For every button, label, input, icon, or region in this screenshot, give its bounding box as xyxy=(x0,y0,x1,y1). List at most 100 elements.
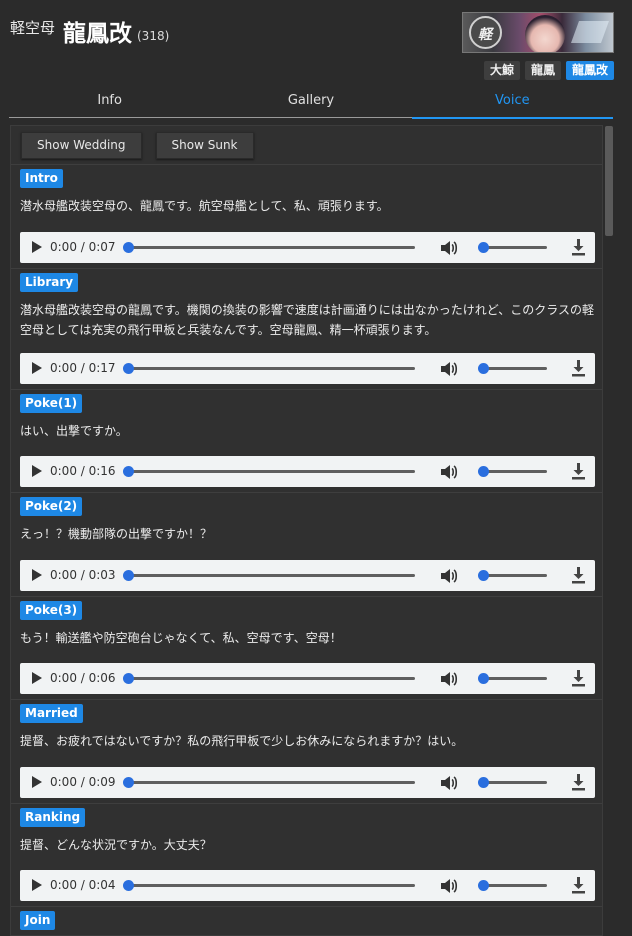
volume-icon[interactable] xyxy=(440,361,458,377)
audio-progress-knob[interactable] xyxy=(123,673,134,684)
ship-class-emblem: 軽 xyxy=(469,16,502,49)
voice-label-badge: Poke(2) xyxy=(20,497,83,516)
scrollbar[interactable] xyxy=(604,126,614,936)
voice-entry: Poke(2) えっ！？機動部隊の出撃ですか！？ 0:00 / 0:03 xyxy=(11,493,602,597)
voice-line-text: 潜水母艦改装空母の龍鳳です。機関の換装の影響で速度は計画通りには出なかったけれど… xyxy=(20,303,594,337)
emblem-text: 軽 xyxy=(478,27,492,43)
voice-entry: Join xyxy=(11,907,602,935)
download-icon[interactable] xyxy=(571,774,586,791)
audio-progress-knob[interactable] xyxy=(123,242,134,253)
audio-progress-track[interactable] xyxy=(129,470,415,473)
voice-line-text: 提督、お疲れではないですか？私の飛行甲板で少しお休みになられますか？はい。 xyxy=(20,734,464,748)
download-icon[interactable] xyxy=(571,877,586,894)
remodel-tag-active[interactable]: 龍鳳改 xyxy=(565,61,614,80)
volume-slider-track[interactable] xyxy=(485,677,547,680)
voice-line-text: 潜水母艦改装空母の、龍鳳です。航空母艦として、私、頑張ります。 xyxy=(20,199,389,213)
audio-player[interactable]: 0:00 / 0:16 xyxy=(20,456,595,487)
download-icon[interactable] xyxy=(571,670,586,687)
voice-list: Intro 潜水母艦改装空母の、龍鳳です。航空母艦として、私、頑張ります。 0:00… xyxy=(11,165,602,935)
audio-progress-knob[interactable] xyxy=(123,777,134,788)
voice-entry: Intro 潜水母艦改装空母の、龍鳳です。航空母艦として、私、頑張ります。 0:00… xyxy=(11,165,602,269)
volume-slider-knob[interactable] xyxy=(478,570,489,581)
audio-progress-knob[interactable] xyxy=(123,363,134,374)
audio-time: 0:00 / 0:03 xyxy=(50,568,116,582)
download-icon[interactable] xyxy=(571,463,586,480)
volume-slider-knob[interactable] xyxy=(478,242,489,253)
audio-progress-knob[interactable] xyxy=(123,466,134,477)
play-icon[interactable] xyxy=(32,776,42,788)
tab-info[interactable]: Info xyxy=(9,88,210,117)
audio-player[interactable]: 0:00 / 0:03 xyxy=(20,560,595,591)
voice-label-badge: Library xyxy=(20,273,79,292)
ship-portrait xyxy=(525,15,565,52)
volume-icon[interactable] xyxy=(440,878,458,894)
tab-bar: Info Gallery Voice xyxy=(9,88,614,119)
play-icon[interactable] xyxy=(32,879,42,891)
banner-decoration xyxy=(570,21,610,43)
audio-progress-track[interactable] xyxy=(129,884,415,887)
audio-player[interactable]: 0:00 / 0:06 xyxy=(20,663,595,694)
volume-slider-track[interactable] xyxy=(485,884,547,887)
audio-time: 0:00 / 0:09 xyxy=(50,775,116,789)
volume-icon[interactable] xyxy=(440,464,458,480)
audio-player[interactable]: 0:00 / 0:07 xyxy=(20,232,595,263)
remodel-tags: 大鯨 龍鳳 龍鳳改 xyxy=(483,61,614,80)
volume-slider-track[interactable] xyxy=(485,367,547,370)
volume-slider-track[interactable] xyxy=(485,781,547,784)
voice-entry: Library 潜水母艦改装空母の龍鳳です。機関の換装の影響で速度は計画通りには出… xyxy=(11,269,602,390)
audio-progress-track[interactable] xyxy=(129,367,415,370)
audio-progress-track[interactable] xyxy=(129,246,415,249)
voice-label-badge: Married xyxy=(20,704,83,723)
audio-time: 0:00 / 0:07 xyxy=(50,240,116,254)
audio-progress-track[interactable] xyxy=(129,781,415,784)
voice-label-badge: Join xyxy=(20,911,56,930)
volume-slider-track[interactable] xyxy=(485,246,547,249)
audio-player[interactable]: 0:00 / 0:09 xyxy=(20,767,595,798)
audio-time: 0:00 / 0:17 xyxy=(50,361,116,375)
volume-slider-knob[interactable] xyxy=(478,363,489,374)
download-icon[interactable] xyxy=(571,567,586,584)
audio-player[interactable]: 0:00 / 0:04 xyxy=(20,870,595,901)
show-wedding-button[interactable]: Show Wedding xyxy=(21,132,142,159)
play-icon[interactable] xyxy=(32,569,42,581)
voice-entry: Married 提督、お疲れではないですか？私の飛行甲板で少しお休みになられますか… xyxy=(11,700,602,804)
audio-progress-knob[interactable] xyxy=(123,880,134,891)
volume-slider-track[interactable] xyxy=(485,574,547,577)
scrollbar-thumb[interactable] xyxy=(605,126,613,236)
show-sunk-button[interactable]: Show Sunk xyxy=(155,132,254,159)
remodel-tag[interactable]: 龍鳳 xyxy=(524,61,561,80)
tab-voice[interactable]: Voice xyxy=(411,88,614,119)
play-icon[interactable] xyxy=(32,465,42,477)
volume-slider-track[interactable] xyxy=(485,470,547,473)
ship-type: 軽空母 xyxy=(10,19,56,37)
download-icon[interactable] xyxy=(571,360,586,377)
audio-progress-track[interactable] xyxy=(129,677,415,680)
audio-time: 0:00 / 0:06 xyxy=(50,671,116,685)
voice-line-text: もう！輸送艦や防空砲台じゃなくて、私、空母です、空母！ xyxy=(20,631,342,645)
audio-player[interactable]: 0:00 / 0:17 xyxy=(20,353,595,384)
volume-slider-knob[interactable] xyxy=(478,880,489,891)
volume-slider-knob[interactable] xyxy=(478,777,489,788)
ship-id: (318) xyxy=(137,29,170,43)
audio-progress-knob[interactable] xyxy=(123,570,134,581)
volume-icon[interactable] xyxy=(440,671,458,687)
voice-panel: Show Wedding Show Sunk Intro 潜水母艦改装空母の、龍鳳… xyxy=(10,125,603,936)
voice-label-badge: Poke(3) xyxy=(20,601,83,620)
tab-gallery[interactable]: Gallery xyxy=(210,88,411,117)
voice-label-badge: Intro xyxy=(20,169,63,188)
volume-icon[interactable] xyxy=(440,240,458,256)
play-icon[interactable] xyxy=(32,362,42,374)
voice-line-text: えっ！？機動部隊の出撃ですか！？ xyxy=(20,527,213,541)
volume-icon[interactable] xyxy=(440,775,458,791)
volume-icon[interactable] xyxy=(440,568,458,584)
ship-name: 龍鳳改 xyxy=(63,21,132,47)
remodel-tag[interactable]: 大鯨 xyxy=(483,61,520,80)
download-icon[interactable] xyxy=(571,239,586,256)
volume-slider-knob[interactable] xyxy=(478,466,489,477)
voice-entry: Poke(3) もう！輸送艦や防空砲台じゃなくて、私、空母です、空母！ 0:00 /… xyxy=(11,597,602,700)
volume-slider-knob[interactable] xyxy=(478,673,489,684)
play-icon[interactable] xyxy=(32,241,42,253)
voice-entry: Ranking 提督、どんな状況ですか。大丈夫？ 0:00 / 0:04 xyxy=(11,804,602,907)
play-icon[interactable] xyxy=(32,672,42,684)
audio-progress-track[interactable] xyxy=(129,574,415,577)
